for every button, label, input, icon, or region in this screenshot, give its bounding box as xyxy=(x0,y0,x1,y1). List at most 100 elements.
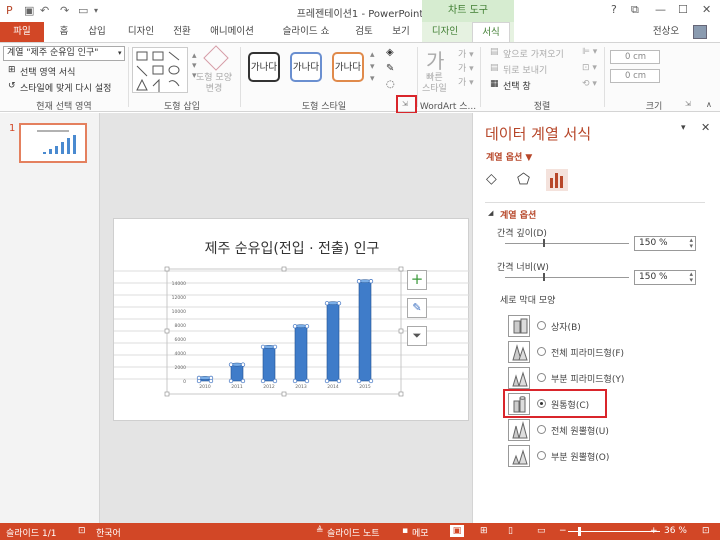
gap-width-slider-thumb[interactable] xyxy=(543,273,545,281)
ribbon-display-button[interactable]: ⧉ xyxy=(631,3,639,17)
selection-handle[interactable] xyxy=(260,378,266,384)
chart-elements-button[interactable]: + xyxy=(407,270,427,290)
selection-handle[interactable] xyxy=(356,279,362,284)
align-icon[interactable]: ⊫ ▾ xyxy=(582,47,597,57)
shape-option-partial-pyramid[interactable]: 부분 피라미드형(Y) xyxy=(551,372,624,385)
gap-width-input[interactable]: 150 % ▴ ▾ xyxy=(634,270,696,285)
selection-handle[interactable] xyxy=(368,279,374,284)
spellcheck-icon[interactable]: ⊡ xyxy=(78,526,86,536)
chart-resize-handle[interactable] xyxy=(281,391,287,397)
selection-handle[interactable] xyxy=(336,301,342,306)
zoom-level[interactable]: 36 % xyxy=(664,526,687,536)
tab-file[interactable]: 파일 xyxy=(0,22,44,42)
tab-slideshow[interactable]: 슬라이드 쇼 xyxy=(268,22,344,42)
chart-bar[interactable] xyxy=(358,280,372,382)
fill-line-icon[interactable]: ◇ xyxy=(486,171,497,187)
radio-full-pyramid[interactable] xyxy=(537,347,546,356)
gap-depth-input[interactable]: 150 % ▴ ▾ xyxy=(634,236,696,251)
normal-view-icon[interactable]: ▣ xyxy=(450,525,464,537)
selection-handle[interactable] xyxy=(356,378,362,384)
collapse-ribbon-icon[interactable]: ∧ xyxy=(706,100,712,109)
reading-view-icon[interactable]: ▯ xyxy=(508,526,513,536)
selection-handle[interactable] xyxy=(292,324,298,329)
chart-resize-handle[interactable] xyxy=(281,266,287,272)
selection-pane-button[interactable]: 선택 창 xyxy=(503,79,531,92)
shape-option-partial-cone[interactable]: 부분 원뿔형(O) xyxy=(551,450,609,463)
radio-partial-cone[interactable] xyxy=(537,451,546,460)
selection-handle[interactable] xyxy=(272,344,278,350)
selection-handle[interactable] xyxy=(324,301,330,306)
chart-bar[interactable] xyxy=(326,302,340,382)
chart-bar[interactable] xyxy=(230,364,244,382)
tab-animations[interactable]: 애니메이션 xyxy=(202,22,262,42)
close-button[interactable]: ✕ xyxy=(702,3,711,16)
shape-option-box[interactable]: 상자(B) xyxy=(551,320,581,333)
selection-handle[interactable] xyxy=(272,378,278,384)
tab-design[interactable]: 디자인 xyxy=(120,22,162,42)
reset-to-match-style-button[interactable]: 스타일에 맞게 다시 설정 xyxy=(20,81,111,94)
text-outline-icon[interactable]: 가 ▾ xyxy=(458,61,474,74)
size-dialog-launcher-icon[interactable]: ⇲ xyxy=(685,100,691,108)
radio-partial-pyramid[interactable] xyxy=(537,373,546,382)
shape-style-3[interactable]: 가나다 xyxy=(332,52,364,82)
radio-box[interactable] xyxy=(537,321,546,330)
wordart-icon[interactable]: 가 xyxy=(426,45,444,74)
tab-transitions[interactable]: 전환 xyxy=(166,22,198,42)
fit-to-window-icon[interactable]: ⊡ xyxy=(702,526,710,536)
zoom-slider-thumb[interactable] xyxy=(578,527,581,536)
slide-canvas[interactable]: 제주 순유입(전입 · 전출) 인구 0 2000 4000 6000 8000 1000… xyxy=(113,218,470,422)
tab-chart-design[interactable]: 디자인 xyxy=(424,22,466,42)
zoom-slider[interactable] xyxy=(568,531,660,532)
shape-option-full-pyramid[interactable]: 전체 피라미드형(F) xyxy=(551,346,624,359)
chart-bar[interactable] xyxy=(262,346,276,382)
chevron-down-icon[interactable]: ▾ xyxy=(118,49,122,57)
radio-full-cone[interactable] xyxy=(537,425,546,434)
chart[interactable]: 0 2000 4000 6000 8000 10000 12000 14000 2010 2011… xyxy=(114,219,470,422)
zoom-out-icon[interactable]: − xyxy=(559,526,567,536)
change-shape-button[interactable]: 도형 모양 변경 xyxy=(196,73,232,95)
chart-resize-handle[interactable] xyxy=(164,391,170,397)
selection-handle[interactable] xyxy=(324,378,330,384)
section-series-options[interactable]: 계열 옵션 xyxy=(500,208,536,221)
help-button[interactable]: ? xyxy=(611,3,617,16)
chart-filter-icon[interactable]: ⏷ xyxy=(407,326,427,346)
bring-forward-button[interactable]: 앞으로 가져오기 xyxy=(503,47,564,60)
language-indicator[interactable]: 한국어 xyxy=(96,526,121,539)
shape-gallery[interactable] xyxy=(132,47,188,93)
shape-fill-icon[interactable]: ◈ xyxy=(386,47,394,58)
chart-bar[interactable] xyxy=(294,325,308,382)
selection-handle[interactable] xyxy=(292,378,298,384)
selection-handle[interactable] xyxy=(368,378,374,384)
shape-option-full-cone[interactable]: 전체 원뿔형(U) xyxy=(551,424,609,437)
chart-styles-brush-icon[interactable]: ✎ xyxy=(407,298,427,318)
section-collapse-icon[interactable]: ◢ xyxy=(488,209,493,217)
chart-resize-handle[interactable] xyxy=(398,266,404,272)
selection-handle[interactable] xyxy=(240,378,246,384)
gap-depth-slider[interactable] xyxy=(505,243,629,244)
selection-handle[interactable] xyxy=(260,344,266,350)
spinner-icon[interactable]: ▴ ▾ xyxy=(689,237,693,250)
width-input[interactable]: 0 cm xyxy=(610,69,660,83)
minimize-button[interactable]: — xyxy=(655,3,666,16)
chart-elements-combo[interactable]: 계열 "제주 순유입 인구" xyxy=(3,46,125,61)
format-selection-button[interactable]: 선택 영역 서식 xyxy=(20,65,75,78)
gap-width-slider[interactable] xyxy=(505,277,629,278)
shape-style-1[interactable]: 가나다 xyxy=(248,52,280,82)
selection-handle[interactable] xyxy=(304,378,310,384)
chart-resize-handle[interactable] xyxy=(164,266,170,272)
slide-thumbnail[interactable] xyxy=(19,123,87,163)
tab-insert[interactable]: 삽입 xyxy=(82,22,112,42)
text-effects-icon[interactable]: 가 ▾ xyxy=(458,75,474,88)
height-input[interactable]: 0 cm xyxy=(610,50,660,64)
rotate-icon[interactable]: ⟲ ▾ xyxy=(582,79,597,89)
series-options-tab[interactable] xyxy=(546,169,568,191)
text-fill-icon[interactable]: 가 ▾ xyxy=(458,47,474,60)
pane-options-icon[interactable]: ▾ xyxy=(681,123,686,133)
tab-format[interactable]: 서식 xyxy=(472,22,510,42)
selection-handle[interactable] xyxy=(228,378,234,384)
tab-home[interactable]: 홈 xyxy=(50,22,78,42)
chart-resize-handle[interactable] xyxy=(164,328,170,334)
send-backward-button[interactable]: 뒤로 보내기 xyxy=(503,63,547,76)
selection-handle[interactable] xyxy=(304,324,310,329)
selection-handle[interactable] xyxy=(228,362,234,367)
